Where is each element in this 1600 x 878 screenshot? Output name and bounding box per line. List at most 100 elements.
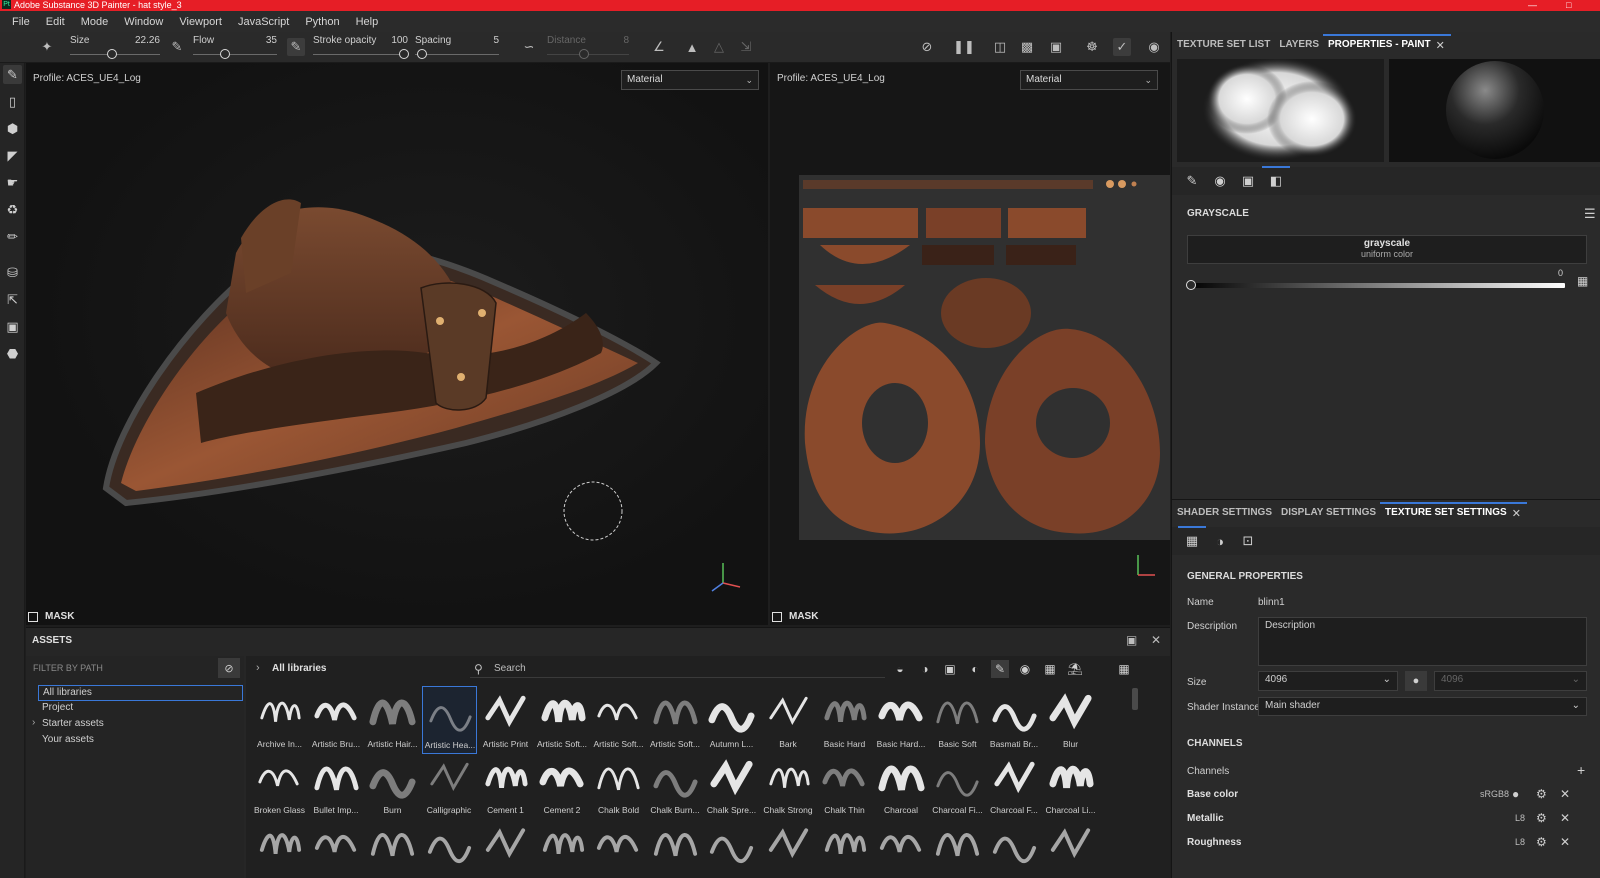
asset-tile[interactable]: Blur (1043, 686, 1098, 754)
paint-mode-icon[interactable]: ✓ (1113, 38, 1131, 56)
asset-tile[interactable] (930, 818, 985, 878)
grayscale-knob[interactable] (1186, 280, 1196, 290)
close-icon[interactable]: ✕ (1512, 507, 1521, 520)
add-channel-icon[interactable]: + (1577, 762, 1585, 778)
material-icon[interactable]: ◧ (1262, 166, 1290, 191)
clone-stamp-icon[interactable]: ♻ (3, 200, 22, 219)
eraser-icon[interactable]: ▯ (3, 92, 22, 111)
hide-filter-icon[interactable]: ⊘ (218, 658, 240, 678)
asset-tile[interactable] (591, 818, 646, 878)
menu-help[interactable]: Help (348, 16, 387, 28)
asset-tile[interactable]: Charcoal F... (987, 752, 1042, 820)
size-select[interactable]: 4096 ⌄ (1258, 671, 1398, 691)
pen-pressure-icon[interactable]: ✎ (168, 38, 186, 56)
chevron-right-icon[interactable]: › (32, 717, 35, 728)
symmetry-settings-icon[interactable]: △ (710, 38, 728, 56)
asset-tile[interactable]: Artistic Hair... (365, 686, 420, 754)
asset-tile[interactable] (874, 818, 929, 878)
minimize-icon[interactable]: — (1528, 0, 1537, 11)
asset-tile[interactable]: Basic Hard (817, 686, 872, 754)
distance-value[interactable]: 8 (623, 35, 629, 46)
filter-filters-icon[interactable]: ◐ (966, 660, 984, 678)
viewport-2d[interactable]: Profile: ACES_UE4_Log Material ⌄ MASK (770, 63, 1170, 625)
size-slider[interactable]: Size 22.26 (70, 34, 160, 62)
alpha-icon[interactable]: ◉ (1210, 171, 1230, 191)
mask-checkbox[interactable] (772, 611, 782, 622)
brush-preset-icon[interactable]: ✦ (38, 38, 56, 56)
assets-breadcrumb[interactable]: All libraries (272, 663, 326, 674)
asset-tile[interactable]: Artistic Bru... (309, 686, 364, 754)
gear-icon[interactable]: ⚙ (1536, 787, 1547, 801)
menu-mode[interactable]: Mode (73, 16, 117, 28)
name-value[interactable]: blinn1 (1258, 597, 1285, 608)
library-your-assets[interactable]: Your assets (42, 734, 94, 745)
assets-scrollbar[interactable] (1132, 688, 1138, 710)
mask-checkbox[interactable] (28, 611, 38, 622)
pause-icon[interactable]: ❚❚ (953, 38, 975, 56)
spacing-value[interactable]: 5 (493, 35, 499, 46)
asset-tile[interactable] (309, 818, 364, 878)
camera-icon[interactable]: ▣ (1047, 38, 1065, 56)
asset-tile[interactable]: Charcoal Li... (1043, 752, 1098, 820)
channel-row[interactable]: Base color sRGB8 ● ⚙ ✕ (1187, 786, 1587, 804)
grayscale-value[interactable]: 0 (1558, 268, 1563, 278)
close-icon[interactable]: ✕ (1560, 811, 1570, 825)
flow-knob[interactable] (220, 49, 230, 59)
polygon-fill-icon[interactable]: ◤ (3, 146, 22, 165)
viewport-3d-mask-toggle[interactable]: MASK (28, 611, 74, 622)
close-icon[interactable]: ✕ (1151, 633, 1161, 647)
channel-row[interactable]: Metallic L8 ⚙ ✕ (1187, 810, 1587, 828)
menu-edit[interactable]: Edit (38, 16, 73, 28)
mesh-icon[interactable]: ◑ (1210, 531, 1230, 551)
asset-tile[interactable] (817, 818, 872, 878)
brush-icon[interactable]: ✎ (1182, 171, 1202, 191)
tab-texture-set-settings[interactable]: TEXTURE SET SETTINGS (1380, 502, 1527, 524)
asset-tile[interactable] (478, 818, 533, 878)
asset-tile[interactable]: Chalk Burn... (648, 752, 703, 820)
asset-tile[interactable]: Basic Hard... (874, 686, 929, 754)
asset-tile[interactable]: Cement 1 (478, 752, 533, 820)
asset-tile[interactable]: Autumn L... (704, 686, 759, 754)
asset-tile[interactable]: Charcoal (874, 752, 929, 820)
gear-icon[interactable]: ⚙ (1536, 835, 1547, 849)
menu-icon[interactable]: ☰ (1584, 206, 1596, 222)
flow-slider[interactable]: Flow 35 (193, 34, 277, 62)
viewport-3d[interactable]: Profile: ACES_UE4_Log Material ⌄ MASK (26, 63, 768, 625)
chevron-right-icon[interactable]: › (256, 662, 260, 674)
menu-file[interactable]: File (4, 16, 38, 28)
export-icon[interactable]: ⇱ (3, 290, 22, 309)
table-icon[interactable]: ▦ (1178, 526, 1206, 551)
asset-tile[interactable] (365, 818, 420, 878)
asset-tile[interactable] (987, 818, 1042, 878)
library-starter-assets[interactable]: Starter assets (42, 718, 104, 729)
close-icon[interactable]: ✕ (1560, 835, 1570, 849)
link-icon[interactable]: ▦ (1577, 274, 1588, 288)
lazy-mouse-icon[interactable]: ∽ (520, 38, 538, 56)
stencil-icon[interactable]: ▣ (1238, 171, 1258, 191)
grid-view-icon[interactable]: ▦ (1115, 660, 1133, 678)
asset-tile[interactable]: Bullet Imp... (309, 752, 364, 820)
menu-viewport[interactable]: Viewport (171, 16, 230, 28)
tab-display-settings[interactable]: DISPLAY SETTINGS (1281, 502, 1376, 524)
filter-masks-icon[interactable]: ▣ (941, 660, 959, 678)
asset-tile[interactable] (535, 818, 590, 878)
asset-tile[interactable]: Artistic Soft... (648, 686, 703, 754)
plugin-icon[interactable]: ⬣ (3, 344, 22, 363)
color-profile-icon[interactable]: ● (1512, 787, 1519, 801)
asset-tile[interactable]: Basic Soft (930, 686, 985, 754)
asset-tile[interactable]: Calligraphic (422, 752, 477, 820)
learn-icon[interactable]: ▣ (3, 317, 22, 336)
shader-instance-select[interactable]: Main shader ⌄ (1258, 697, 1587, 716)
asset-tile[interactable]: Charcoal Fi... (930, 752, 985, 820)
asset-tile[interactable] (761, 818, 816, 878)
grayscale-resource-box[interactable]: grayscale uniform color (1187, 235, 1587, 264)
asset-tile[interactable]: Chalk Spre... (704, 752, 759, 820)
lock-icon[interactable]: ● (1405, 671, 1427, 691)
asset-tile[interactable]: Bark (761, 686, 816, 754)
iray-icon[interactable]: ☸ (1083, 38, 1101, 56)
description-field[interactable]: Description (1258, 617, 1587, 666)
color-picker-icon[interactable]: ✏ (3, 227, 22, 246)
flow-value[interactable]: 35 (266, 35, 277, 46)
spacing-knob[interactable] (417, 49, 427, 59)
screenshot-icon[interactable]: ◉ (1145, 38, 1163, 56)
